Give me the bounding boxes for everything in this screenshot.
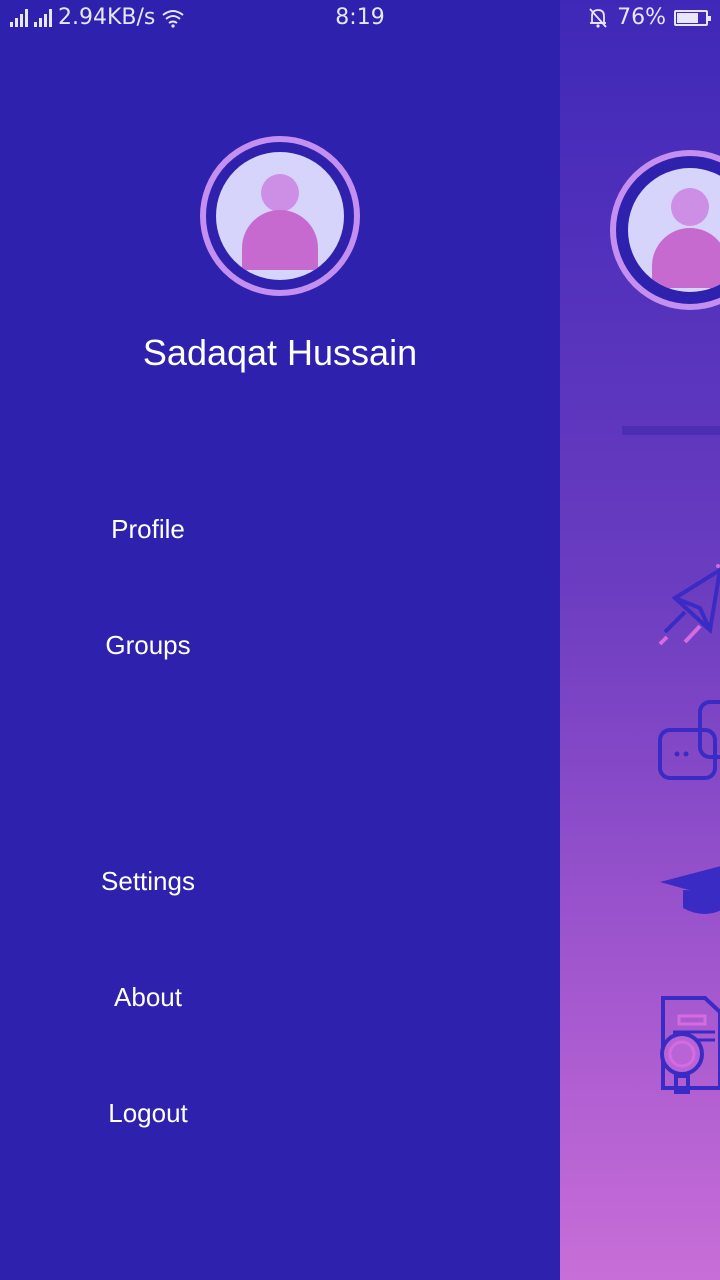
menu-item-logout[interactable]: Logout <box>0 1088 296 1138</box>
bell-muted-icon <box>589 7 607 28</box>
navigation-drawer: Sadaqat Hussain Profile Groups Settings … <box>0 0 560 1280</box>
battery-icon <box>674 9 711 26</box>
status-bar: 2.94KB/s 8:19 76% <box>0 0 720 38</box>
background-app-content <box>560 0 720 1280</box>
menu-item-about[interactable]: About <box>0 972 296 1022</box>
avatar[interactable] <box>200 136 360 296</box>
paper-plane-icon <box>658 564 720 646</box>
menu-item-profile[interactable]: Profile <box>0 504 296 554</box>
background-divider <box>622 426 720 435</box>
chat-bubbles-icon <box>658 700 720 780</box>
user-name: Sadaqat Hussain <box>142 332 418 373</box>
document-search-icon <box>660 996 720 1094</box>
person-icon <box>216 152 344 280</box>
background-avatar <box>610 150 720 310</box>
graduation-cap-icon <box>660 866 720 914</box>
menu-item-settings[interactable]: Settings <box>0 856 296 906</box>
menu-item-groups[interactable]: Groups <box>0 620 296 670</box>
battery-percent: 76% <box>617 5 666 30</box>
